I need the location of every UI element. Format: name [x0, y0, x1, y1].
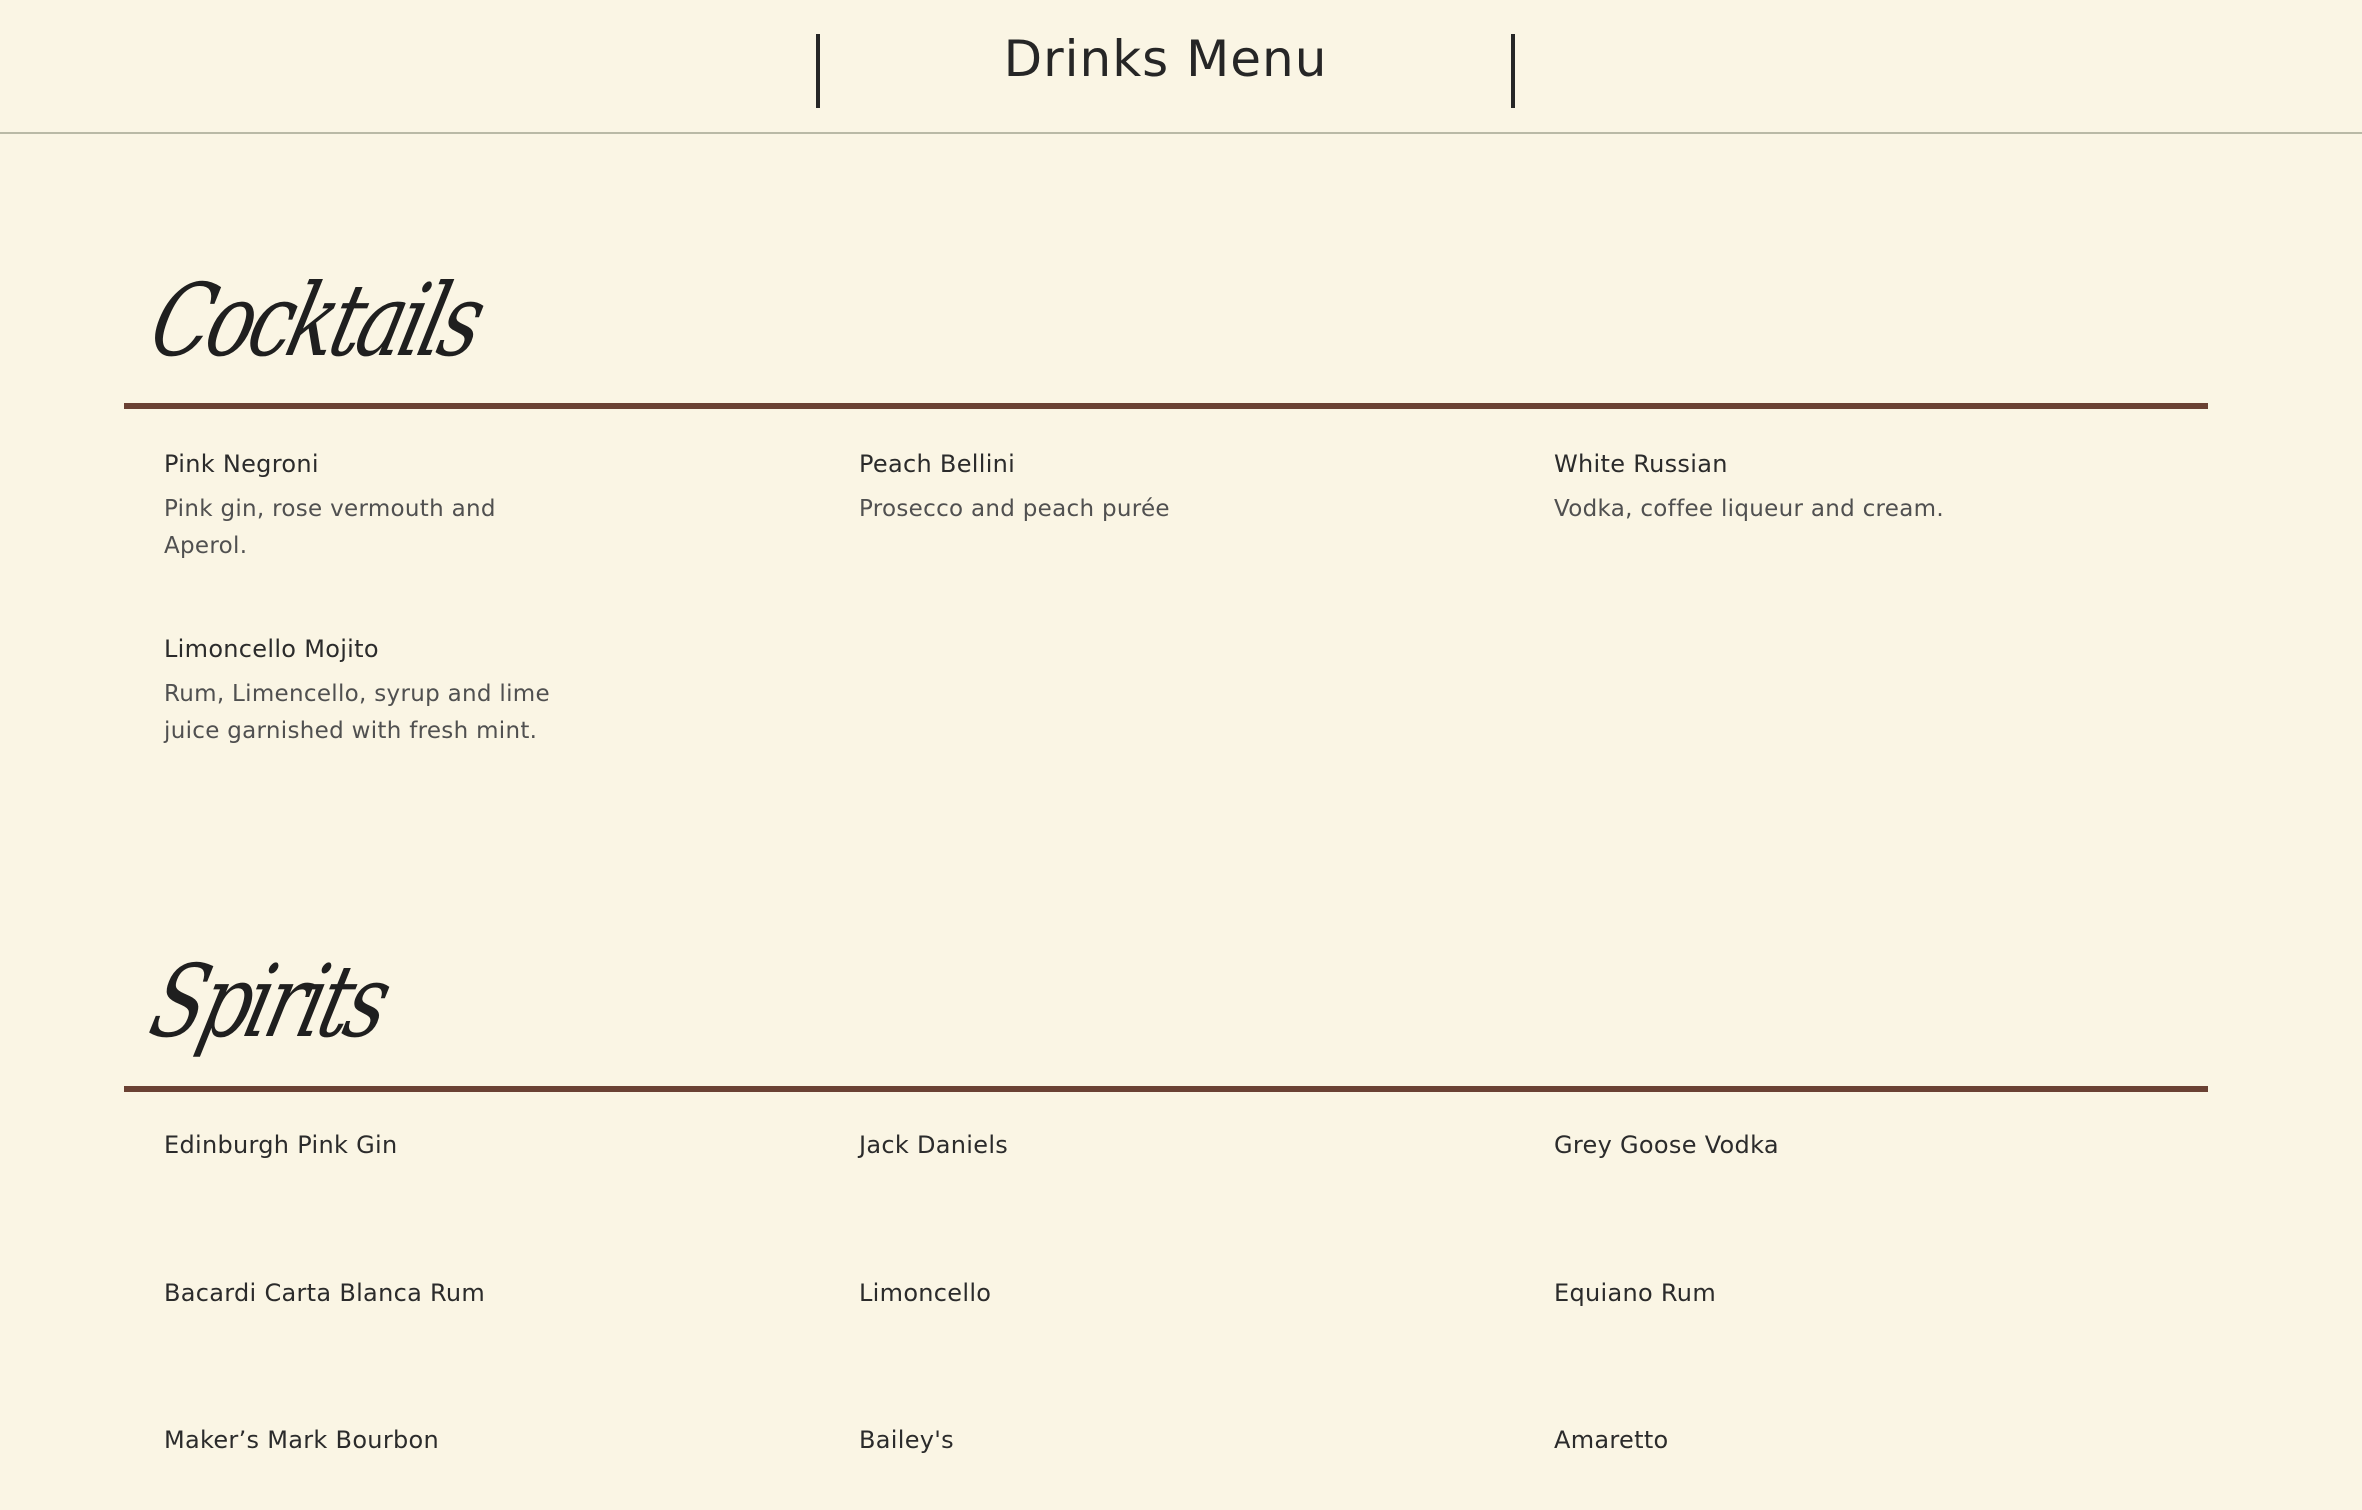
item-name: Amaretto: [1554, 1426, 1669, 1454]
page-header: Drinks Menu: [0, 0, 2362, 134]
cocktail-item-white-russian: White Russian Vodka, coffee liqueur and …: [1554, 450, 2174, 528]
item-name: Bacardi Carta Blanca Rum: [164, 1279, 486, 1307]
spirit-item-makers-mark-bourbon: Maker’s Mark Bourbon: [164, 1426, 784, 1454]
cocktails-divider: [124, 403, 2208, 409]
page-title: Drinks Menu: [1003, 30, 1328, 88]
spirits-divider: [124, 1086, 2208, 1092]
item-name: White Russian: [1554, 450, 1728, 478]
item-name: Bailey's: [859, 1426, 954, 1454]
spirit-item-jack-daniels: Jack Daniels: [859, 1131, 1479, 1159]
spirit-item-limoncello: Limoncello: [859, 1279, 1479, 1307]
item-name: Edinburgh Pink Gin: [164, 1131, 398, 1159]
spirit-item-baileys: Bailey's: [859, 1426, 1479, 1454]
item-description: Rum, Limencello, syrup and lime juice ga…: [164, 681, 550, 744]
item-name: Jack Daniels: [859, 1131, 1009, 1159]
spirit-item-grey-goose-vodka: Grey Goose Vodka: [1554, 1131, 2174, 1159]
item-name: Maker’s Mark Bourbon: [164, 1426, 440, 1454]
item-name: Limoncello: [859, 1279, 992, 1307]
cocktail-item-peach-bellini: Peach Bellini Prosecco and peach purée: [859, 450, 1479, 528]
item-name: Limoncello Mojito: [164, 635, 379, 663]
spirit-item-bacardi-carta-blanca-rum: Bacardi Carta Blanca Rum: [164, 1279, 784, 1307]
spirit-item-equiano-rum: Equiano Rum: [1554, 1279, 2174, 1307]
item-description: Pink gin, rose vermouth and Aperol.: [164, 496, 496, 559]
header-divider-right: [1511, 34, 1515, 108]
cocktail-item-pink-negroni: Pink Negroni Pink gin, rose vermouth and…: [164, 450, 784, 565]
item-name: Grey Goose Vodka: [1554, 1131, 1779, 1159]
item-description: Prosecco and peach purée: [859, 496, 1170, 522]
item-name: Peach Bellini: [859, 450, 1016, 478]
cocktails-heading: Cocktails: [140, 262, 493, 379]
spirit-item-amaretto: Amaretto: [1554, 1426, 2174, 1454]
item-name: Equiano Rum: [1554, 1279, 1716, 1307]
cocktail-item-limoncello-mojito: Limoncello Mojito Rum, Limencello, syrup…: [164, 635, 784, 750]
spirit-item-edinburgh-pink-gin: Edinburgh Pink Gin: [164, 1131, 784, 1159]
item-description: Vodka, coffee liqueur and cream.: [1554, 496, 1944, 522]
item-name: Pink Negroni: [164, 450, 319, 478]
spirits-heading: Spirits: [140, 943, 399, 1060]
